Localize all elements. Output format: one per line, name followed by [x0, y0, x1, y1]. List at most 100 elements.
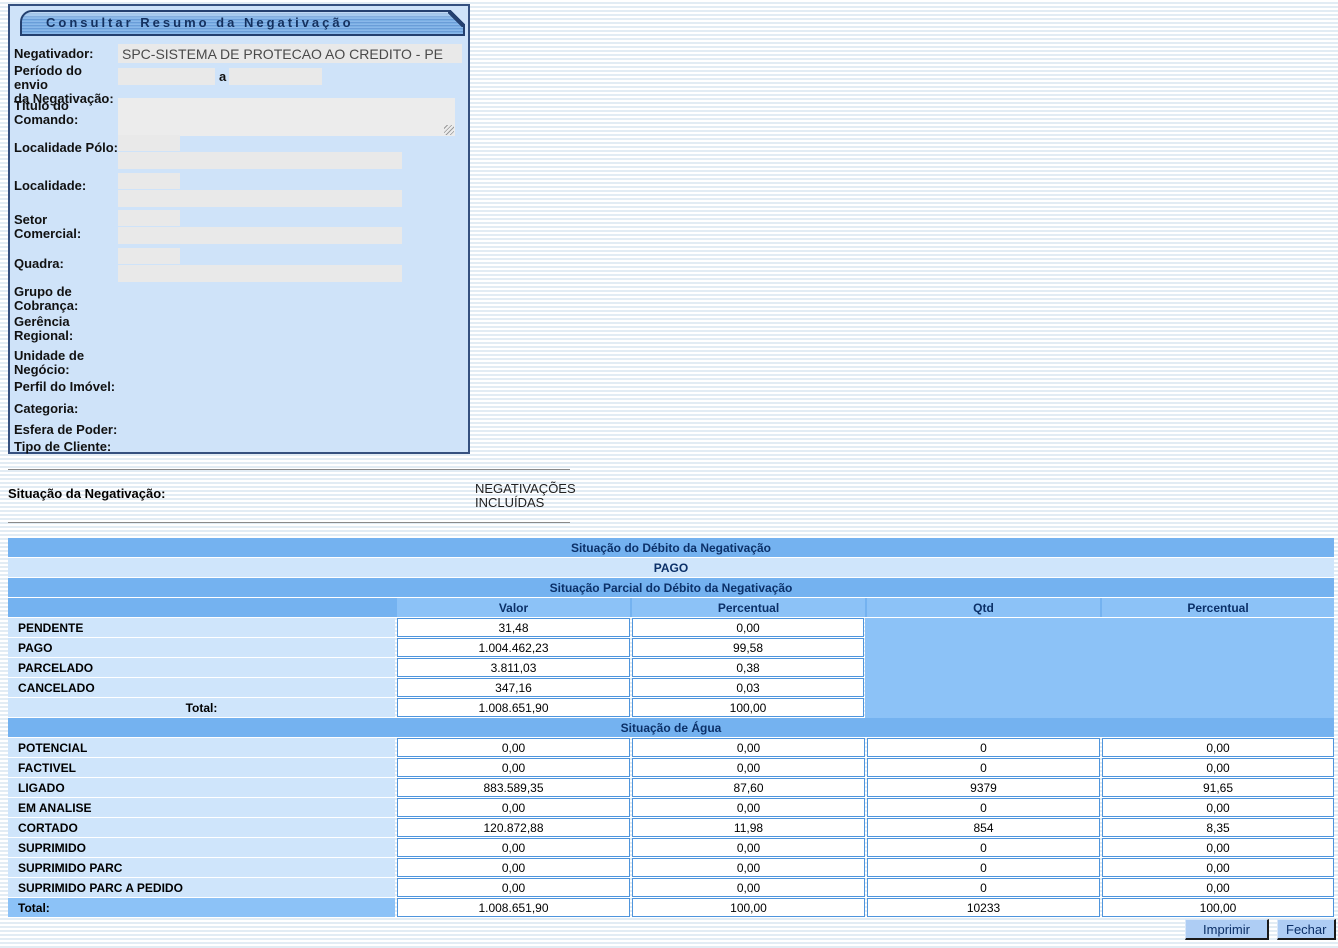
section-title-agua: Situação de Água — [8, 718, 1334, 737]
debito-status-row: PAGO — [8, 558, 1334, 577]
value-cell: 0,00 — [632, 878, 865, 897]
value-cell: 10233 — [867, 898, 1100, 917]
value-cell: 9379 — [867, 778, 1100, 797]
table-row-total-debito: Total: 1.008.651,90 100,00 — [8, 698, 1334, 717]
value-cell: 0 — [867, 738, 1100, 757]
value-cell: 0,00 — [397, 738, 630, 757]
localidade-polo-code-input[interactable] — [118, 135, 180, 151]
value-cell: 0,03 — [632, 678, 864, 697]
row-label: EM ANALISE — [8, 798, 395, 817]
table-header-row: Valor Percentual Qtd Percentual — [8, 598, 1334, 617]
debito-rows: PENDENTE31,480,00PAGO1.004.462,2399,58PA… — [8, 618, 1334, 697]
setor-desc-input[interactable] — [118, 227, 402, 244]
setor-comercial-label: Setor Comercial: — [14, 213, 116, 241]
grupo-cobranca-label: Grupo de Cobrança: — [14, 285, 116, 313]
table-row: LIGADO883.589,3587,60937991,65 — [8, 778, 1334, 797]
perfil-imovel-label: Perfil do Imóvel: — [14, 380, 154, 394]
gerencia-regional-label: Gerência Regional: — [14, 315, 116, 343]
value-cell: 91,65 — [1102, 778, 1334, 797]
table-row: SUPRIMIDO PARC0,000,0000,00 — [8, 858, 1334, 877]
situacao-negativacao-value: NEGATIVAÇÕES INCLUÍDAS — [475, 482, 575, 510]
section-title-parcial: Situação Parcial do Débito da Negativaçã… — [8, 578, 1334, 597]
unidade-negocio-label: Unidade de Negócio: — [14, 349, 116, 377]
value-cell: 1.004.462,23 — [397, 638, 630, 657]
row-label: PAGO — [8, 638, 395, 657]
negativador-input[interactable] — [118, 44, 462, 63]
column-header-qtd-percentual: Percentual — [1102, 598, 1334, 617]
value-cell: 347,16 — [397, 678, 630, 697]
value-cell: 0,00 — [632, 738, 865, 757]
table-row: POTENCIAL0,000,0000,00 — [8, 738, 1334, 757]
value-cell: 3.811,03 — [397, 658, 630, 677]
header-spacer — [8, 598, 395, 617]
summary-table: Situação do Débito da Negativação PAGO S… — [8, 538, 1334, 918]
panel-title: Consultar Resumo da Negativação — [20, 10, 465, 36]
row-label: CORTADO — [8, 818, 395, 837]
value-cell: 120.872,88 — [397, 818, 630, 837]
value-cell: 883.589,35 — [397, 778, 630, 797]
value-cell: 0,00 — [632, 838, 865, 857]
localidade-polo-desc-input[interactable] — [118, 152, 402, 169]
total-label: Total: — [8, 898, 395, 917]
value-cell: 0,00 — [397, 798, 630, 817]
situacao-negativacao-label: Situação da Negativação: — [8, 486, 166, 501]
column-header-qtd: Qtd — [867, 598, 1100, 617]
localidade-code-input[interactable] — [118, 173, 180, 189]
titulo-comando-label: Título do Comando: — [14, 99, 116, 127]
row-label: PARCELADO — [8, 658, 395, 677]
value-cell: 8,35 — [1102, 818, 1334, 837]
row-label: CANCELADO — [8, 678, 395, 697]
row-label: LIGADO — [8, 778, 395, 797]
quadra-code-input[interactable] — [118, 248, 180, 264]
categoria-label: Categoria: — [14, 402, 154, 416]
quadra-desc-input[interactable] — [118, 265, 402, 282]
esfera-poder-label: Esfera de Poder: — [14, 423, 154, 437]
periodo-separator: a — [219, 69, 226, 84]
value-cell: 0,00 — [397, 878, 630, 897]
divider-top — [8, 469, 570, 470]
value-cell: 0,00 — [1102, 758, 1334, 777]
row-label: SUPRIMIDO PARC A PEDIDO — [8, 878, 395, 897]
table-row: CORTADO120.872,8811,988548,35 — [8, 818, 1334, 837]
value-cell: 0 — [867, 758, 1100, 777]
value-cell: 87,60 — [632, 778, 865, 797]
value-cell: 100,00 — [1102, 898, 1334, 917]
table-row: CANCELADO347,160,03 — [8, 678, 1334, 697]
value-cell: 0,38 — [632, 658, 864, 677]
quadra-label: Quadra: — [14, 257, 116, 271]
periodo-from-input[interactable] — [118, 68, 215, 85]
row-label: SUPRIMIDO — [8, 838, 395, 857]
negativador-label: Negativador: — [14, 47, 116, 61]
imprimir-button[interactable]: Imprimir — [1185, 919, 1269, 940]
value-cell: 0,00 — [1102, 878, 1334, 897]
value-cell: 0 — [867, 858, 1100, 877]
total-label: Total: — [8, 698, 395, 717]
fechar-button[interactable]: Fechar — [1277, 919, 1336, 940]
value-cell: 11,98 — [632, 818, 865, 837]
titulo-comando-textarea[interactable] — [118, 98, 455, 136]
value-cell: 0,00 — [1102, 838, 1334, 857]
divider-bottom — [8, 522, 570, 523]
table-row: PENDENTE31,480,00 — [8, 618, 1334, 637]
value-cell: 0,00 — [397, 858, 630, 877]
tipo-cliente-label: Tipo de Cliente: — [14, 440, 154, 454]
table-row: SUPRIMIDO0,000,0000,00 — [8, 838, 1334, 857]
localidade-desc-input[interactable] — [118, 190, 402, 207]
column-header-valor: Valor — [397, 598, 630, 617]
section-title-debito: Situação do Débito da Negativação — [8, 538, 1334, 557]
value-cell: 0,00 — [632, 798, 865, 817]
value-cell: 0,00 — [632, 758, 865, 777]
setor-code-input[interactable] — [118, 210, 180, 226]
row-label: FACTIVEL — [8, 758, 395, 777]
value-cell: 0,00 — [632, 858, 865, 877]
consult-panel: Consultar Resumo da Negativação Negativa… — [8, 4, 470, 454]
value-cell: 0,00 — [1102, 798, 1334, 817]
localidade-label: Localidade: — [14, 179, 116, 193]
agua-rows: POTENCIAL0,000,0000,00FACTIVEL0,000,0000… — [8, 738, 1334, 897]
table-row: FACTIVEL0,000,0000,00 — [8, 758, 1334, 777]
periodo-to-input[interactable] — [229, 68, 322, 85]
value-cell: 0,00 — [1102, 858, 1334, 877]
value-cell: 0,00 — [397, 758, 630, 777]
row-label: SUPRIMIDO PARC — [8, 858, 395, 877]
value-cell: 1.008.651,90 — [397, 898, 630, 917]
